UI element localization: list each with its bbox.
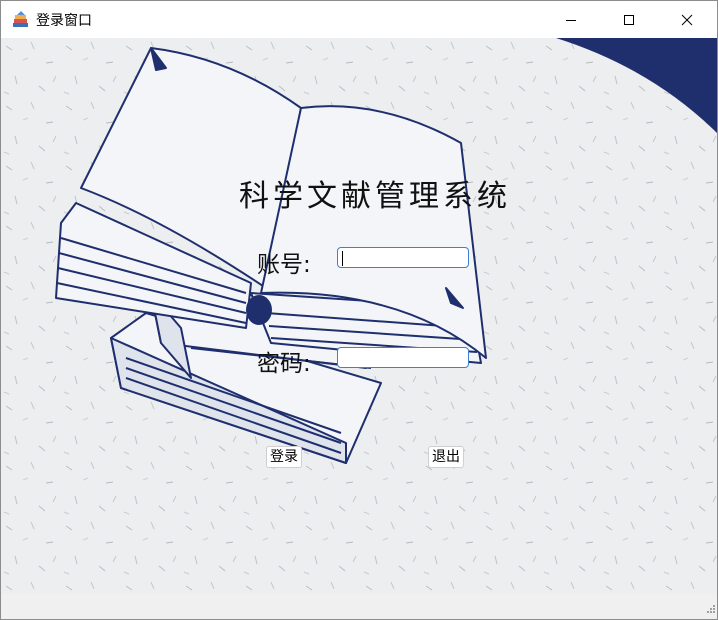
books-background-image (1, 38, 717, 594)
login-panel: 科学文献管理系统 账号: 密码: 登录 退出 (1, 38, 717, 594)
status-bar (1, 594, 717, 619)
password-input[interactable] (337, 347, 469, 368)
window-title: 登录窗口 (36, 13, 92, 29)
text-caret (342, 251, 343, 266)
minimize-button[interactable] (542, 1, 600, 38)
maximize-icon (623, 14, 635, 26)
account-input[interactable] (337, 247, 469, 268)
title-bar[interactable]: 登录窗口 (1, 1, 717, 38)
resize-grip-icon[interactable] (705, 598, 715, 617)
close-icon (681, 14, 693, 26)
account-label: 账号: (257, 252, 311, 278)
password-label: 密码: (257, 351, 311, 377)
close-button[interactable] (658, 1, 716, 38)
login-button[interactable]: 登录 (266, 446, 302, 468)
login-window: 登录窗口 科学文献管理系统 账号: 密码: 登录 退出 (0, 0, 718, 620)
maximize-button[interactable] (600, 1, 658, 38)
minimize-icon (565, 14, 577, 26)
exit-button[interactable]: 退出 (428, 446, 464, 468)
app-title: 科学文献管理系统 (239, 179, 511, 214)
books-app-icon (11, 10, 31, 30)
